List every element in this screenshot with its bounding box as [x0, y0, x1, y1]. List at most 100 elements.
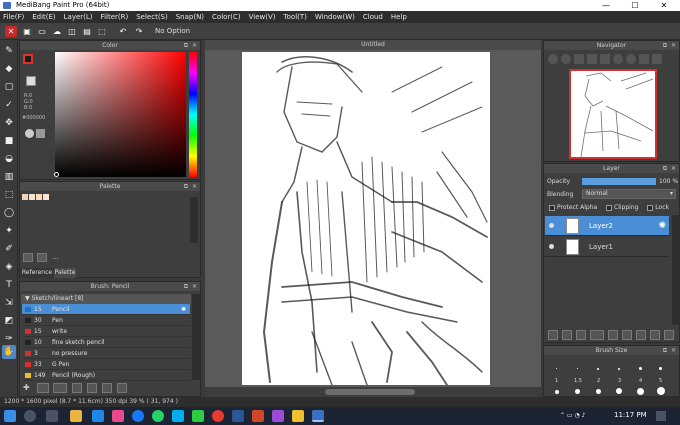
whatsapp-icon[interactable] [152, 410, 164, 422]
brush-item-no-pressure[interactable]: 3 no pressure [22, 348, 190, 359]
taskbar-clock[interactable]: 11:17 PM [614, 411, 647, 419]
fit-width-icon[interactable] [600, 54, 610, 64]
brush-size-dot[interactable] [639, 367, 642, 370]
menu-filter[interactable]: Filter(R) [101, 13, 129, 21]
tab-reference[interactable]: Reference [20, 268, 54, 278]
palette-swatch[interactable] [29, 194, 35, 200]
select-tool-icon[interactable]: ✓ [2, 98, 16, 112]
add-brush-icon[interactable]: ✚ [23, 383, 33, 393]
brush-size-dot[interactable] [657, 387, 665, 395]
notification-icon[interactable] [656, 411, 666, 421]
brush-size-dot[interactable] [659, 367, 662, 370]
menu-snap[interactable]: Snap(N) [176, 13, 204, 21]
close-panel-icon[interactable]: ✕ [671, 346, 676, 355]
brush-item-pen[interactable]: 30 Pen [22, 315, 190, 326]
eyedropper-icon[interactable]: ✑ [2, 332, 16, 346]
line-icon[interactable] [192, 410, 204, 422]
close-panel-icon[interactable]: ✕ [671, 41, 676, 50]
layer-folder-icon[interactable] [608, 330, 618, 340]
brush-item-pencil[interactable]: 15 Pencil ✺ [22, 304, 190, 315]
layer-dropdown-icon[interactable] [590, 330, 604, 340]
dot-tool-icon[interactable]: ▢ [2, 80, 16, 94]
eraser-tool-icon[interactable]: ◆ [2, 62, 16, 76]
transparent-swatch[interactable] [26, 76, 36, 86]
layer-list-scrollbar[interactable] [672, 215, 680, 325]
shape-tool-icon[interactable]: ■ [2, 134, 16, 148]
brush-item-write[interactable]: 15 write [22, 326, 190, 337]
hue-slider[interactable] [189, 52, 197, 177]
brush-folder-icon[interactable] [87, 383, 97, 393]
palette-scrollbar[interactable] [190, 197, 198, 243]
menu-color[interactable]: Color(C) [212, 13, 241, 21]
divide-tool-icon[interactable]: ◩ [2, 314, 16, 328]
brush-item-g-pen[interactable]: 33 G Pen [22, 359, 190, 370]
eye-icon[interactable] [549, 223, 554, 228]
minimize-button[interactable]: — [592, 0, 620, 11]
zoom-out-icon[interactable] [561, 54, 571, 64]
drawing-canvas[interactable] [242, 52, 490, 385]
picker-cursor[interactable] [54, 172, 59, 177]
zoom-in-icon[interactable] [548, 54, 558, 64]
menu-view[interactable]: View(V) [249, 13, 276, 21]
close-panel-icon[interactable]: ✕ [192, 282, 197, 291]
foreground-color-swatch[interactable] [23, 54, 33, 64]
lock-checkbox[interactable] [647, 204, 654, 211]
add-color-icon[interactable] [23, 253, 33, 262]
brush-delete-icon[interactable] [117, 383, 127, 393]
rotate-left-icon[interactable] [613, 54, 623, 64]
delete-layer-icon[interactable] [664, 330, 674, 340]
cloud-icon[interactable]: ☁ [51, 26, 63, 37]
menu-help[interactable]: Help [391, 13, 407, 21]
color-wheel-icon[interactable] [25, 129, 34, 138]
brush-tool-icon[interactable]: ✎ [2, 44, 16, 58]
canvas-scrollbar[interactable] [205, 387, 541, 397]
rotate-right-icon[interactable] [626, 54, 636, 64]
text-tool-icon[interactable]: T [2, 278, 16, 292]
layer-settings-icon[interactable] [650, 330, 660, 340]
hand-tool-icon[interactable]: ✋ [2, 345, 16, 359]
brush-size-dot[interactable] [618, 368, 620, 370]
float-icon[interactable]: ⧉ [184, 282, 188, 291]
select-eraser-icon[interactable]: ◈ [2, 260, 16, 274]
deselect-icon[interactable]: ⬚ [96, 26, 108, 37]
brush-size-dot[interactable] [577, 368, 578, 369]
float-icon[interactable]: ⧉ [663, 41, 667, 50]
gear-icon[interactable]: ✺ [181, 304, 186, 315]
move-tool-icon[interactable]: ✥ [2, 116, 16, 130]
merge-down-icon[interactable] [622, 330, 632, 340]
comment-icon[interactable]: ▭ [36, 26, 48, 37]
messenger-icon[interactable] [112, 410, 124, 422]
windows-start-icon[interactable] [4, 410, 16, 422]
clear-icon[interactable]: ✕ [5, 26, 17, 37]
brush-size-dot[interactable] [555, 390, 559, 394]
menu-file[interactable]: File(F) [3, 13, 24, 21]
brush-size-dot[interactable] [616, 388, 622, 394]
delete-color-icon[interactable] [37, 253, 47, 262]
close-panel-icon[interactable]: ✕ [671, 164, 676, 173]
duplicate-layer-icon[interactable] [636, 330, 646, 340]
actual-size-icon[interactable] [587, 54, 597, 64]
new-layer-icon[interactable] [548, 330, 558, 340]
menu-window[interactable]: Window(W) [315, 13, 355, 21]
gear-icon[interactable]: ✺ [658, 216, 666, 236]
brush-size-dot[interactable] [556, 368, 557, 369]
powerpoint-icon[interactable] [252, 410, 264, 422]
operation-tool-icon[interactable]: ⇲ [2, 296, 16, 310]
color-mode-icon[interactable] [36, 129, 45, 138]
float-icon[interactable]: ⧉ [663, 164, 667, 173]
palette-swatch[interactable] [43, 194, 49, 200]
select-pen-icon[interactable]: ✐ [2, 242, 16, 256]
gradient-tool-icon[interactable]: ▥ [2, 170, 16, 184]
file-explorer-icon[interactable] [70, 410, 82, 422]
brush-file-icon[interactable] [37, 383, 49, 393]
task-view-icon[interactable] [46, 410, 58, 422]
opacity-slider[interactable] [582, 178, 656, 185]
menu-edit[interactable]: Edit(E) [32, 13, 55, 21]
system-tray-icons[interactable]: ⌃ ▭ ◔ ♪ [560, 412, 608, 420]
canvas-tab-title[interactable]: Untitled [205, 40, 541, 50]
brush-dropdown-icon[interactable] [53, 383, 67, 393]
magic-wand-icon[interactable]: ✦ [2, 224, 16, 238]
transform-icon[interactable]: ◫ [66, 26, 78, 37]
copy-layer-icon[interactable] [562, 330, 572, 340]
blending-select[interactable]: Normal ▾ [582, 189, 676, 199]
